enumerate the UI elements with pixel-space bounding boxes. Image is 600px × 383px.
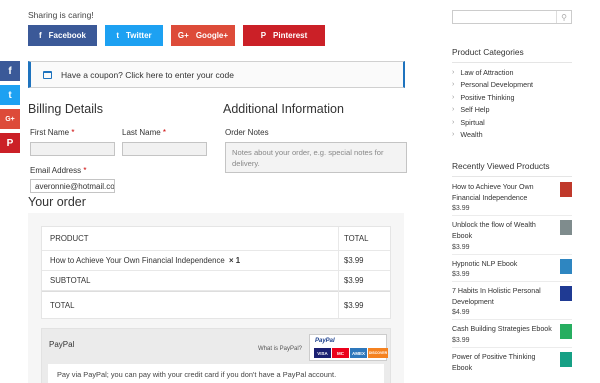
search-icon[interactable]: ⚲ xyxy=(556,11,571,23)
order-review: PRODUCT TOTAL How to Achieve Your Own Fi… xyxy=(28,213,404,383)
list-item[interactable]: Unblock the flow of Wealth Ebook $3.99 xyxy=(452,220,572,255)
facebook-icon: f xyxy=(38,31,42,40)
book-cover-thumbnail[interactable] xyxy=(560,324,572,340)
paypal-logo: PayPal xyxy=(315,338,335,344)
facebook-label: Facebook xyxy=(48,31,86,40)
list-item[interactable]: Power of Positive Thinking Ebook xyxy=(452,352,572,376)
paypal-acceptance-mark: PayPal VISA MC AMEX DISCOVER xyxy=(309,334,388,361)
card-logos: VISA MC AMEX DISCOVER xyxy=(314,348,388,358)
coupon-notice[interactable]: Have a coupon? Click here to enter your … xyxy=(28,61,405,88)
googleplus-icon: G+ xyxy=(177,31,189,40)
list-item[interactable]: Cash Building Strategies Ebook $3.99 xyxy=(452,324,572,349)
last-name-field[interactable] xyxy=(122,142,207,156)
search-input[interactable]: ⚲ xyxy=(452,10,572,24)
googleplus-side-button[interactable]: G+ xyxy=(0,109,20,129)
product-title[interactable]: 7 Habits In Holistic Personal Developmen… xyxy=(452,286,552,307)
email-label: Email Address * xyxy=(30,166,87,175)
product-price: $3.99 xyxy=(452,243,470,251)
product-title[interactable]: Hypnotic NLP Ebook xyxy=(452,259,552,270)
total-value: $3.99 xyxy=(344,300,364,310)
pinterest-icon: P xyxy=(260,31,267,40)
column-divider xyxy=(338,227,339,318)
total-column-header: TOTAL xyxy=(344,234,369,243)
list-item[interactable]: › Personal Development xyxy=(452,79,533,92)
order-notes-textarea[interactable]: Notes about your order, e.g. special not… xyxy=(225,142,407,173)
what-is-paypal-link[interactable]: What is PayPal? xyxy=(258,346,302,352)
order-item-total: $3.99 xyxy=(344,256,364,265)
your-order-heading: Your order xyxy=(28,195,86,209)
visa-icon: VISA xyxy=(314,348,331,358)
book-cover-thumbnail[interactable] xyxy=(560,182,572,197)
recently-viewed-heading: Recently Viewed Products xyxy=(452,161,572,177)
subtotal-label: SUBTOTAL xyxy=(50,276,91,285)
email-field[interactable]: averonnie@hotmail.co xyxy=(30,179,115,193)
product-column-header: PRODUCT xyxy=(50,234,89,243)
book-cover-thumbnail[interactable] xyxy=(560,220,572,236)
subtotal-value: $3.99 xyxy=(344,276,364,285)
chevron-right-icon: › xyxy=(452,131,455,139)
additional-info-heading: Additional Information xyxy=(223,102,344,116)
pinterest-side-button[interactable]: P xyxy=(0,133,20,153)
product-price: $3.99 xyxy=(452,337,470,345)
order-notes-label: Order Notes xyxy=(225,128,269,137)
recently-viewed-list: How to Achieve Your Own Financial Indepe… xyxy=(452,182,572,380)
twitter-label: Twitter xyxy=(126,31,152,40)
chevron-right-icon: › xyxy=(452,118,455,126)
product-title[interactable]: Cash Building Strategies Ebook xyxy=(452,324,552,335)
book-cover-thumbnail[interactable] xyxy=(560,258,572,274)
coupon-link-text[interactable]: Have a coupon? Click here to enter your … xyxy=(61,70,234,80)
billing-heading: Billing Details xyxy=(28,102,104,116)
first-name-label: First Name * xyxy=(30,128,75,137)
category-list: › Law of Attraction › Personal Development… xyxy=(452,66,533,141)
list-item[interactable]: 7 Habits In Holistic Personal Developmen… xyxy=(452,286,572,321)
twitter-side-button[interactable]: t xyxy=(0,85,20,105)
product-price: $3.99 xyxy=(452,271,470,279)
product-price: $4.99 xyxy=(452,309,470,317)
book-cover-thumbnail[interactable] xyxy=(560,352,572,368)
chevron-right-icon: › xyxy=(452,81,455,89)
mastercard-icon: MC xyxy=(332,348,349,358)
product-categories-heading: Product Categories xyxy=(452,47,572,63)
product-price: $3.99 xyxy=(452,205,470,213)
list-item[interactable]: › Law of Attraction xyxy=(452,66,533,79)
last-name-label: Last Name * xyxy=(122,128,167,137)
share-buttons: f Facebook t Twitter G+ Google+ P Pinter… xyxy=(28,25,325,46)
order-table: PRODUCT TOTAL How to Achieve Your Own Fi… xyxy=(41,226,391,319)
twitter-share-button[interactable]: t Twitter xyxy=(105,25,163,46)
facebook-side-button[interactable]: f xyxy=(0,61,20,81)
googleplus-share-button[interactable]: G+ Google+ xyxy=(171,25,235,46)
list-item[interactable]: How to Achieve Your Own Financial Indepe… xyxy=(452,182,572,217)
pinterest-label: Pinterest xyxy=(273,31,308,40)
sharing-caption: Sharing is caring! xyxy=(28,10,94,20)
list-item[interactable]: › Self Help xyxy=(452,104,533,117)
payment-description: Pay via PayPal; you can pay with your cr… xyxy=(48,364,384,383)
first-name-field[interactable] xyxy=(30,142,115,156)
pinterest-share-button[interactable]: P Pinterest xyxy=(243,25,325,46)
book-cover-thumbnail[interactable] xyxy=(560,286,572,302)
chevron-right-icon: › xyxy=(452,68,455,76)
list-item[interactable]: › Spirtual xyxy=(452,116,533,129)
amex-icon: AMEX xyxy=(350,348,367,358)
order-item-name: How to Achieve Your Own Financial Indepe… xyxy=(50,256,241,265)
payment-method-paypal[interactable]: PayPal What is PayPal? PayPal VISA MC AM… xyxy=(41,328,391,383)
googleplus-label: Google+ xyxy=(195,31,229,40)
floating-share-bar: f t G+ P xyxy=(0,61,20,157)
facebook-share-button[interactable]: f Facebook xyxy=(28,25,97,46)
list-item[interactable]: › Wealth xyxy=(452,129,533,142)
list-item[interactable]: Hypnotic NLP Ebook $3.99 xyxy=(452,258,572,283)
twitter-icon: t xyxy=(116,31,120,40)
discover-icon: DISCOVER xyxy=(368,348,388,358)
list-item[interactable]: › Positive Thinking xyxy=(452,91,533,104)
calendar-icon xyxy=(43,70,52,79)
product-title[interactable]: Power of Positive Thinking Ebook xyxy=(452,352,552,373)
payment-method-label: PayPal xyxy=(49,340,75,349)
chevron-right-icon: › xyxy=(452,93,455,101)
chevron-right-icon: › xyxy=(452,106,455,114)
product-title[interactable]: How to Achieve Your Own Financial Indepe… xyxy=(452,182,552,203)
product-title[interactable]: Unblock the flow of Wealth Ebook xyxy=(452,220,552,241)
total-label: TOTAL xyxy=(50,300,75,310)
